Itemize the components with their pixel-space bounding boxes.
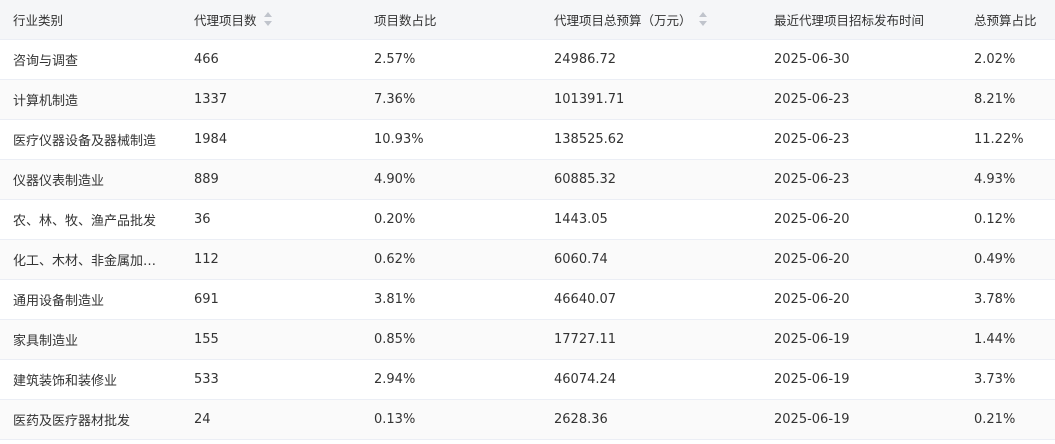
cell-project-count-share: 2.57% (361, 39, 541, 80)
cell-industry-category: 仪器仪表制造业 (0, 159, 181, 200)
column-header-industry-category: 行业类别 (0, 0, 181, 40)
table-row[interactable]: 医药及医疗器材批发 24 0.13% 2628.36 2025-06-19 0.21% (0, 399, 1055, 440)
cell-latest-release-date: 2025-06-23 (761, 79, 961, 120)
cell-project-count-share: 0.20% (361, 199, 541, 240)
cell-budget-share: 0.21% (961, 399, 1055, 440)
cell-project-count-share: 2.94% (361, 359, 541, 400)
table-row[interactable]: 化工、木材、非金属加… 112 0.62% 6060.74 2025-06-20 0.49… (0, 239, 1055, 280)
cell-agency-project-count: 1337 (181, 79, 361, 120)
cell-total-budget: 24986.72 (541, 39, 761, 80)
sort-caret-icon[interactable] (263, 12, 273, 27)
sort-caret-icon[interactable] (698, 12, 708, 27)
cell-total-budget: 46074.24 (541, 359, 761, 400)
cell-total-budget: 46640.07 (541, 279, 761, 320)
table-row[interactable]: 农、林、牧、渔产品批发 36 0.20% 1443.05 2025-06-20 0.12% (0, 199, 1055, 240)
industry-table: 行业类别 代理项目数 项目数占比 代理项目总预算（万元） 最近代理项目招标发布时间 总预算… (0, 0, 1055, 440)
sort-ascending-icon[interactable] (698, 12, 707, 18)
cell-budget-share: 3.78% (961, 279, 1055, 320)
cell-agency-project-count: 36 (181, 199, 361, 240)
table-row[interactable]: 仪器仪表制造业 889 4.90% 60885.32 2025-06-23 4.93% (0, 159, 1055, 200)
cell-industry-category: 咨询与调查 (0, 39, 181, 80)
cell-total-budget: 138525.62 (541, 119, 761, 160)
table-header-row: 行业类别 代理项目数 项目数占比 代理项目总预算（万元） 最近代理项目招标发布时间 总预算… (0, 0, 1055, 40)
cell-industry-category: 农、林、牧、渔产品批发 (0, 199, 181, 240)
cell-project-count-share: 3.81% (361, 279, 541, 320)
cell-latest-release-date: 2025-06-19 (761, 359, 961, 400)
cell-project-count-share: 10.93% (361, 119, 541, 160)
cell-agency-project-count: 533 (181, 359, 361, 400)
cell-total-budget: 6060.74 (541, 239, 761, 280)
table-row[interactable]: 医疗仪器设备及器械制造 1984 10.93% 138525.62 2025-06-23… (0, 119, 1055, 160)
cell-latest-release-date: 2025-06-20 (761, 239, 961, 280)
cell-latest-release-date: 2025-06-19 (761, 399, 961, 440)
cell-project-count-share: 0.85% (361, 319, 541, 360)
cell-project-count-share: 7.36% (361, 79, 541, 120)
sort-ascending-icon[interactable] (263, 12, 272, 18)
cell-project-count-share: 0.62% (361, 239, 541, 280)
cell-agency-project-count: 691 (181, 279, 361, 320)
cell-total-budget: 2628.36 (541, 399, 761, 440)
cell-latest-release-date: 2025-06-19 (761, 319, 961, 360)
cell-industry-category: 医疗仪器设备及器械制造 (0, 119, 181, 160)
column-header-label: 总预算占比 (974, 12, 1037, 28)
cell-budget-share: 8.21% (961, 79, 1055, 120)
cell-budget-share: 0.12% (961, 199, 1055, 240)
cell-budget-share: 1.44% (961, 319, 1055, 360)
cell-latest-release-date: 2025-06-23 (761, 119, 961, 160)
cell-budget-share: 4.93% (961, 159, 1055, 200)
cell-industry-category: 化工、木材、非金属加… (0, 239, 181, 280)
cell-latest-release-date: 2025-06-30 (761, 39, 961, 80)
cell-latest-release-date: 2025-06-20 (761, 199, 961, 240)
column-header-label: 代理项目数 (194, 12, 257, 28)
cell-total-budget: 101391.71 (541, 79, 761, 120)
cell-total-budget: 1443.05 (541, 199, 761, 240)
cell-industry-category: 通用设备制造业 (0, 279, 181, 320)
cell-project-count-share: 0.13% (361, 399, 541, 440)
cell-agency-project-count: 112 (181, 239, 361, 280)
cell-total-budget: 60885.32 (541, 159, 761, 200)
table-row[interactable]: 通用设备制造业 691 3.81% 46640.07 2025-06-20 3.78% (0, 279, 1055, 320)
cell-budget-share: 3.73% (961, 359, 1055, 400)
cell-agency-project-count: 155 (181, 319, 361, 360)
cell-industry-category: 家具制造业 (0, 319, 181, 360)
column-header-label: 代理项目总预算（万元） (554, 12, 692, 28)
table-row[interactable]: 家具制造业 155 0.85% 17727.11 2025-06-19 1.44% (0, 319, 1055, 360)
industry-table-container: 行业类别 代理项目数 项目数占比 代理项目总预算（万元） 最近代理项目招标发布时间 总预算… (0, 0, 1055, 444)
table-body: 咨询与调查 466 2.57% 24986.72 2025-06-30 2.02% 计算机制… (0, 39, 1055, 440)
column-header-budget-share: 总预算占比 (961, 0, 1055, 40)
column-header-label: 最近代理项目招标发布时间 (774, 12, 925, 28)
column-header-project-count-share: 项目数占比 (361, 0, 541, 40)
cell-budget-share: 2.02% (961, 39, 1055, 80)
column-header-total-budget[interactable]: 代理项目总预算（万元） (541, 0, 761, 40)
cell-total-budget: 17727.11 (541, 319, 761, 360)
column-header-label: 项目数占比 (374, 12, 437, 28)
cell-industry-category: 医药及医疗器材批发 (0, 399, 181, 440)
table-row[interactable]: 建筑装饰和装修业 533 2.94% 46074.24 2025-06-19 3.73% (0, 359, 1055, 400)
table-header: 行业类别 代理项目数 项目数占比 代理项目总预算（万元） 最近代理项目招标发布时间 总预算… (0, 0, 1055, 40)
cell-agency-project-count: 889 (181, 159, 361, 200)
table-row[interactable]: 咨询与调查 466 2.57% 24986.72 2025-06-30 2.02% (0, 39, 1055, 80)
cell-budget-share: 11.22% (961, 119, 1055, 160)
table-row[interactable]: 计算机制造 1337 7.36% 101391.71 2025-06-23 8.21% (0, 79, 1055, 120)
column-header-label: 行业类别 (13, 12, 64, 28)
sort-descending-icon[interactable] (263, 21, 272, 27)
cell-agency-project-count: 466 (181, 39, 361, 80)
cell-budget-share: 0.49% (961, 239, 1055, 280)
cell-industry-category: 建筑装饰和装修业 (0, 359, 181, 400)
sort-descending-icon[interactable] (698, 21, 707, 27)
cell-project-count-share: 4.90% (361, 159, 541, 200)
cell-agency-project-count: 1984 (181, 119, 361, 160)
column-header-latest-release-date: 最近代理项目招标发布时间 (761, 0, 961, 40)
cell-latest-release-date: 2025-06-20 (761, 279, 961, 320)
cell-latest-release-date: 2025-06-23 (761, 159, 961, 200)
cell-agency-project-count: 24 (181, 399, 361, 440)
column-header-agency-project-count[interactable]: 代理项目数 (181, 0, 361, 40)
cell-industry-category: 计算机制造 (0, 79, 181, 120)
